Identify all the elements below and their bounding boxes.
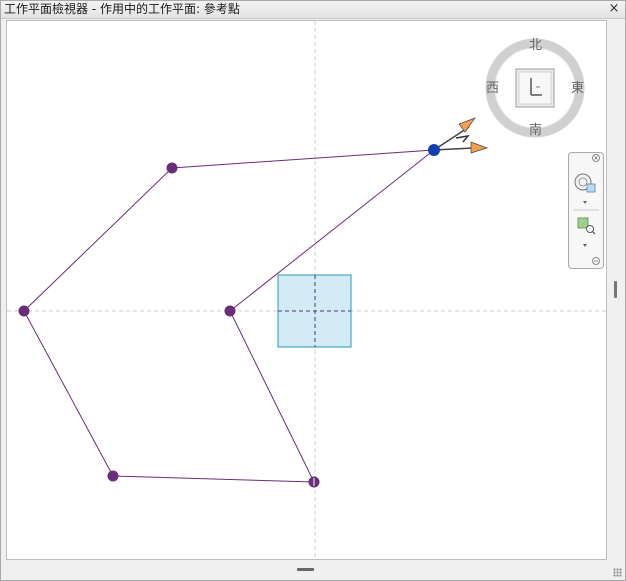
workplane-viewer-window: 工作平面檢視器 - 作用中的工作平面: 參考點 × 北 南 東 西 [0, 0, 626, 581]
orbit-dropdown-icon[interactable] [583, 201, 587, 204]
reference-point[interactable] [18, 305, 30, 317]
orbit-icon[interactable] [574, 173, 596, 193]
title-bar[interactable]: 工作平面檢視器 - 作用中的工作平面: 參考點 × [1, 1, 625, 19]
navigation-bar [568, 152, 604, 269]
selected-reference-point[interactable] [428, 144, 440, 156]
close-icon[interactable]: × [607, 2, 621, 16]
viewcube-south[interactable]: 南 [529, 124, 542, 138]
viewcube-west[interactable]: 西 [486, 82, 499, 96]
zoom-region-icon[interactable] [577, 217, 596, 235]
viewcube[interactable]: 北 南 東 西 [485, 38, 585, 138]
window-title: 工作平面檢視器 - 作用中的工作平面: 參考點 [4, 2, 240, 16]
reference-point[interactable] [107, 470, 119, 482]
viewcube-north[interactable]: 北 [529, 39, 542, 53]
bottom-resize-handle[interactable] [297, 568, 314, 571]
side-resize-handle[interactable] [614, 281, 617, 298]
reference-point[interactable] [224, 305, 236, 317]
viewcube-east[interactable]: 東 [571, 82, 584, 96]
resize-grip-icon[interactable] [613, 568, 622, 577]
selected-point-axes[interactable] [433, 117, 489, 154]
navigation-bar-svg [573, 154, 600, 265]
zoom-dropdown-icon[interactable] [583, 244, 587, 247]
navbar-options-icon[interactable] [592, 257, 600, 265]
reference-point[interactable] [166, 162, 178, 174]
close-navbar-icon[interactable] [592, 154, 600, 162]
